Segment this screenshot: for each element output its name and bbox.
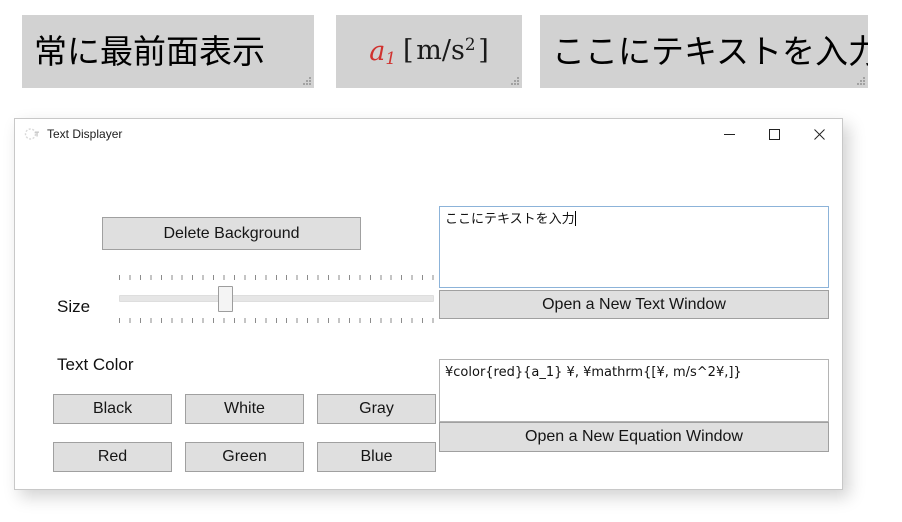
- equation-unit: [ m/s2 ]: [403, 34, 489, 67]
- size-label: Size: [57, 297, 91, 316]
- text-input-value: ここにテキストを入力: [445, 212, 575, 227]
- color-button-red[interactable]: Red: [53, 442, 172, 472]
- equation-bracket-open: [: [403, 35, 414, 67]
- open-equation-window-button[interactable]: Open a New Equation Window: [439, 422, 829, 452]
- title-bar[interactable]: Text Displayer: [15, 119, 842, 150]
- equation-variable-subscript: 1: [385, 47, 397, 68]
- text-color-label: Text Color: [57, 355, 134, 374]
- color-button-blue[interactable]: Blue: [317, 442, 436, 472]
- maximize-icon: [769, 129, 780, 140]
- open-text-window-button[interactable]: Open a New Text Window: [439, 290, 829, 319]
- color-button-gray[interactable]: Gray: [317, 394, 436, 424]
- equation-bracket-close: ]: [478, 35, 489, 67]
- slider-thumb[interactable]: [218, 286, 233, 312]
- maximize-button[interactable]: [752, 119, 797, 150]
- client-area: Delete Background Size Text Color Black …: [15, 150, 842, 489]
- color-button-black[interactable]: Black: [53, 394, 172, 424]
- equation-unit-exponent: 2: [464, 34, 476, 55]
- equation-variable: a1: [369, 35, 397, 68]
- text-cursor: [574, 211, 576, 226]
- equation-input[interactable]: ¥color{red}{a_1} ¥, ¥mathrm{[¥, m/s^2¥,]…: [439, 359, 829, 422]
- overlay-sample-text-text: ここにテキストを入力: [552, 32, 868, 71]
- slider-ticks-top: [119, 275, 434, 280]
- close-button[interactable]: [797, 119, 842, 150]
- overlay-equation[interactable]: a1 [ m/s2 ]: [336, 15, 522, 88]
- equation-unit-body: m/s: [416, 35, 465, 67]
- app-feather-icon: [24, 128, 39, 140]
- slider-track[interactable]: [119, 295, 434, 302]
- screen-root: 常に最前面表示 a1 [ m/s2 ] ここにテキストを入力 Text Disp…: [0, 0, 902, 522]
- overlay-always-on-top-text: 常に最前面表示: [34, 32, 265, 71]
- application-window: Text Displayer Delete Background Size Te…: [14, 118, 843, 490]
- slider-ticks-bottom: [119, 318, 434, 323]
- resize-grip-icon[interactable]: [854, 74, 866, 86]
- minimize-button[interactable]: [707, 119, 752, 150]
- color-button-white[interactable]: White: [185, 394, 304, 424]
- text-input[interactable]: ここにテキストを入力: [439, 206, 829, 288]
- window-controls: [707, 119, 842, 150]
- resize-grip-icon[interactable]: [300, 74, 312, 86]
- resize-grip-icon[interactable]: [508, 74, 520, 86]
- size-slider[interactable]: [119, 275, 434, 323]
- minimize-icon: [724, 134, 735, 135]
- close-icon: [814, 129, 825, 140]
- equation-input-value: ¥color{red}{a_1} ¥, ¥mathrm{[¥, m/s^2¥,]…: [445, 365, 742, 380]
- overlay-equation-rendered: a1 [ m/s2 ]: [369, 36, 488, 66]
- delete-background-button[interactable]: Delete Background: [102, 217, 361, 250]
- overlay-sample-text[interactable]: ここにテキストを入力: [540, 15, 868, 88]
- window-title: Text Displayer: [47, 127, 123, 141]
- color-button-green[interactable]: Green: [185, 442, 304, 472]
- overlay-always-on-top[interactable]: 常に最前面表示: [22, 15, 314, 88]
